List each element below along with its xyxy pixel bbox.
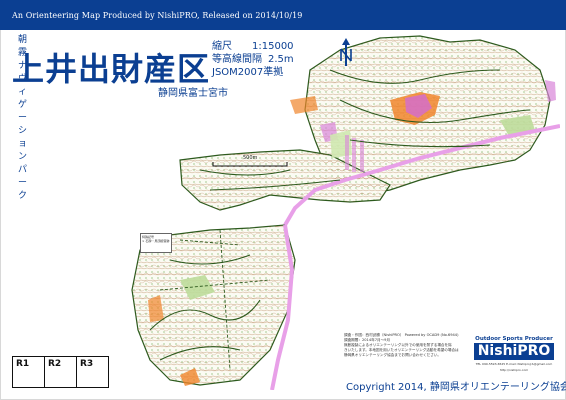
north-arrow-icon (340, 38, 352, 66)
map-location: 静岡県富士宮市 (158, 88, 228, 99)
credit-line: 静岡県オリエンテーリング協会までお問い合わせください。 (344, 353, 442, 357)
spec-contour: 等高線間隔 2.5m (212, 53, 294, 66)
special-symbol-legend: 特殊記号 × 石碑・馬頭観音跡 (140, 233, 172, 253)
banner-text: An Orienteering Map Produced by NishiPRO… (12, 11, 303, 20)
spec-standard: JSOM2007準拠 (212, 66, 294, 79)
relay-box-label: R3 (80, 359, 94, 369)
brand-tagline: Outdoor Sports Producer (475, 336, 553, 342)
spec-scale: 縮尺 1:15000 (212, 40, 294, 53)
header-banner: An Orienteering Map Produced by NishiPRO… (0, 0, 566, 30)
brand-contact: TEL 090-5593-6525 E-mail: NishiproJ-S@gm… (475, 362, 553, 366)
relay-boxes: R1 R2 R3 (12, 356, 111, 388)
copyright-text: Copyright 2014, 静岡県オリエンテーリング協会 (346, 382, 566, 393)
spec-scale-label: 縮尺 (212, 41, 232, 52)
relay-box-label: R2 (48, 359, 62, 369)
brand-url: http://nishipro.com (499, 368, 529, 372)
spec-contour-label: 等高線間隔 (212, 54, 262, 65)
brand-block: Outdoor Sports Producer NishiPRO TEL 090… (474, 336, 554, 372)
legend-item: × 石碑・馬頭観音跡 (142, 239, 170, 243)
relay-box-r1: R1 (12, 356, 45, 388)
relay-box-label: R1 (16, 359, 30, 369)
map-specs: 縮尺 1:15000 等高線間隔 2.5m JSOM2007準拠 (212, 40, 294, 79)
brand-logo: NishiPRO (474, 343, 554, 360)
credits-block: 調査・作図：西村武勝（NishiPRO） Powered by OCAD9 (N… (344, 333, 459, 358)
spec-scale-value: 1:15000 (252, 41, 294, 52)
scale-bar (212, 162, 288, 167)
spec-standard-label: JSOM2007準拠 (212, 67, 284, 78)
relay-box-r2: R2 (44, 356, 77, 388)
spec-contour-value: 2.5m (268, 54, 294, 65)
relay-box-r3: R3 (76, 356, 109, 388)
